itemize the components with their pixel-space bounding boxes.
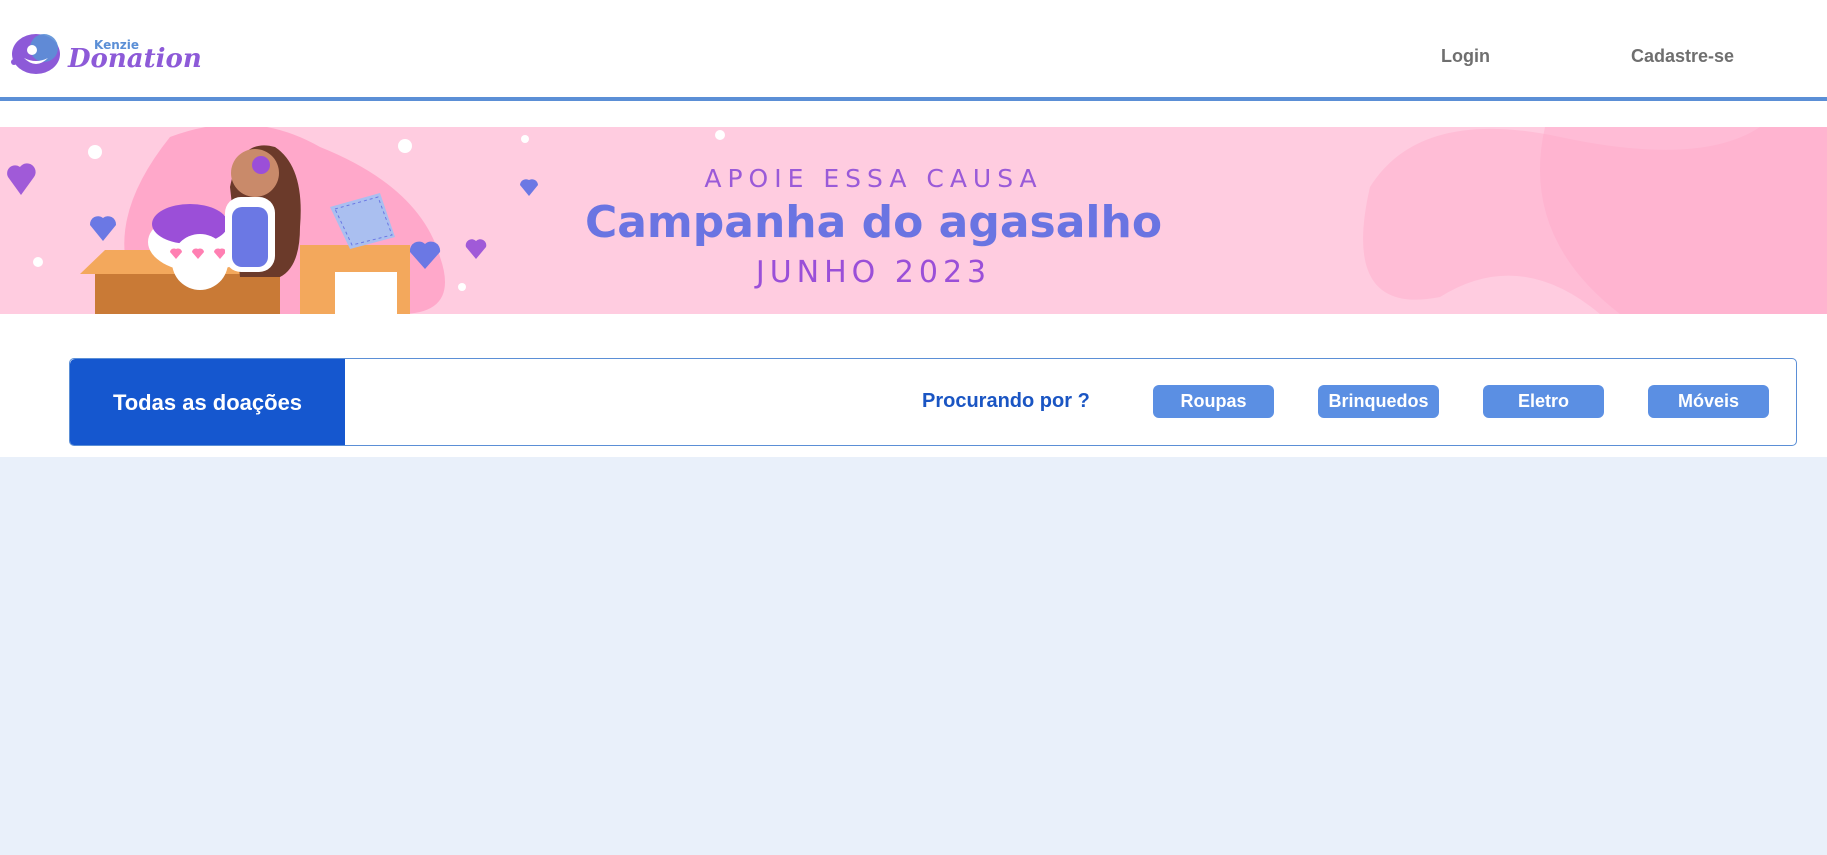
signup-link[interactable]: Cadastre-se [1631,46,1734,67]
login-link[interactable]: Login [1441,46,1490,67]
campaign-banner: APOIE ESSA CAUSA Campanha do agasalho JU… [0,127,1827,314]
banner-subtitle: APOIE ESSA CAUSA [704,164,1043,193]
banner-date: JUNHO 2023 [755,255,992,290]
site-header: Kenzie Donation Login Cadastre-se [0,0,1827,101]
banner-title: Campanha do agasalho [584,197,1163,248]
category-moveis-button[interactable]: Móveis [1648,385,1769,418]
logo-big-text: Donation [68,44,202,74]
all-donations-button[interactable]: Todas as doações [70,359,345,445]
search-label: Procurando por ? [922,390,1090,412]
filter-section: Todas as doações Procurando por ? Roupas… [0,314,1827,457]
donations-list-area [0,457,1827,855]
category-eletro-button[interactable]: Eletro [1483,385,1604,418]
logo-icon [11,34,60,74]
category-roupas-button[interactable]: Roupas [1153,385,1274,418]
category-filter-bar: Todas as doações Procurando por ? Roupas… [69,358,1797,446]
category-brinquedos-button[interactable]: Brinquedos [1318,385,1439,418]
kenzie-donation-logo[interactable]: Kenzie Donation [8,28,202,78]
